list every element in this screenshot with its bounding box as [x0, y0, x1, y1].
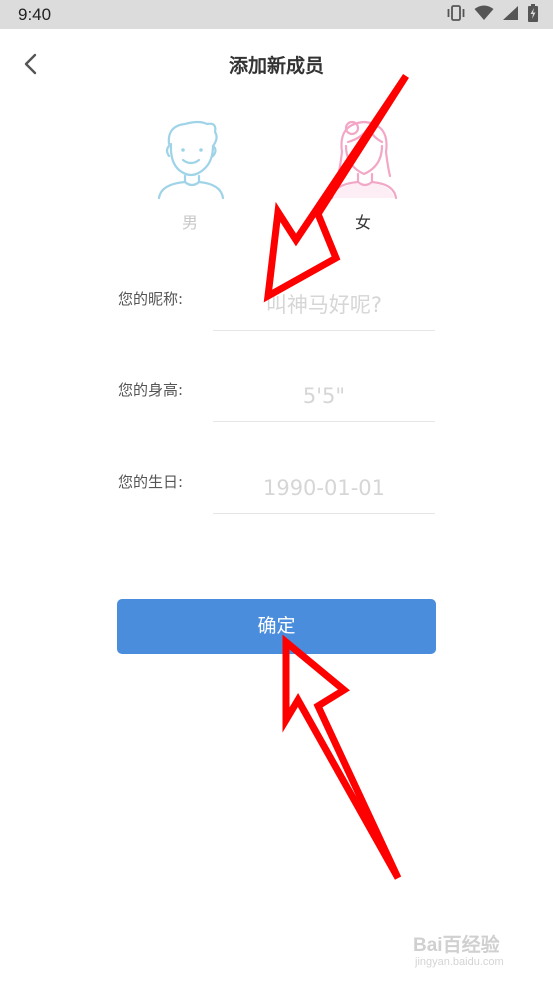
- status-icons: [446, 4, 539, 26]
- baidu-watermark: Bai百经验 jingyan.baidu.com: [413, 930, 523, 974]
- nickname-field: [213, 282, 435, 331]
- watermark-logo: Bai百经验: [413, 935, 500, 956]
- nav-bar: 添加新成员: [0, 29, 553, 99]
- nickname-input[interactable]: [213, 288, 435, 322]
- vibrate-icon: [446, 5, 466, 25]
- nickname-label: 您的昵称:: [118, 290, 184, 308]
- male-avatar-icon: [155, 116, 227, 200]
- wifi-icon: [474, 5, 494, 25]
- annotation-arrow-up: [282, 634, 402, 880]
- birthday-field: [213, 465, 435, 514]
- confirm-button[interactable]: 确定: [117, 599, 436, 654]
- birthday-label: 您的生日:: [118, 473, 184, 491]
- birthday-input[interactable]: [213, 471, 435, 505]
- height-input[interactable]: [213, 379, 435, 413]
- status-time: 9:40: [18, 5, 52, 24]
- gender-male-label: 男: [181, 213, 198, 232]
- female-avatar-icon: [328, 116, 400, 200]
- page-title: 添加新成员: [228, 55, 324, 77]
- height-label: 您的身高:: [118, 381, 184, 399]
- battery-icon: [527, 4, 539, 26]
- height-field: [213, 373, 435, 422]
- status-bar: 9:40: [0, 0, 553, 29]
- signal-icon: [502, 5, 519, 25]
- gender-female-label: 女: [354, 213, 371, 232]
- watermark-url: jingyan.baidu.com: [415, 956, 504, 968]
